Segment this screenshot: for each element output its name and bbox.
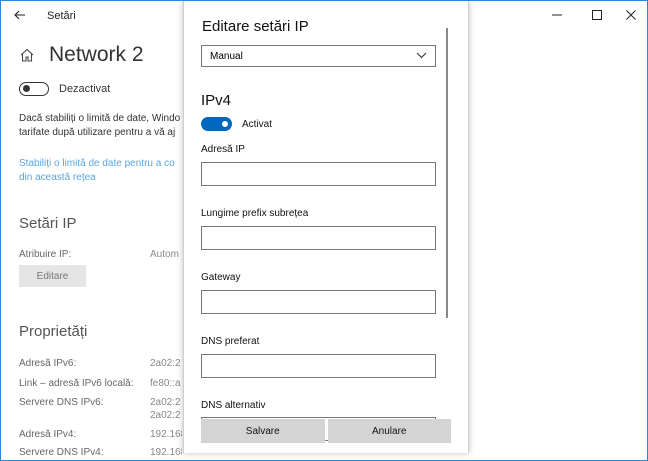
ip-address-input[interactable] (201, 162, 436, 186)
ip-assign-label: Atribuire IP: (19, 249, 72, 260)
ip-mode-value: Manual (210, 51, 243, 62)
prop-value: 192.168 (150, 429, 182, 440)
metered-toggle[interactable] (19, 82, 49, 96)
maximize-button[interactable] (579, 1, 615, 29)
cancel-button[interactable]: Anulare (327, 419, 451, 443)
minimize-button[interactable] (539, 1, 575, 29)
home-icon[interactable] (19, 47, 35, 63)
properties-heading: Proprietăți (19, 323, 88, 340)
close-button[interactable] (613, 1, 647, 29)
window-title: Setări (47, 10, 76, 22)
dns-preferred-label: DNS preferat (201, 336, 260, 347)
prefix-label: Lungime prefix subrețea (201, 208, 309, 219)
prop-value: 2a02:2 (150, 410, 181, 421)
dialog-footer: Salvare Anulare (201, 419, 451, 443)
description-line: tarifate după utilizare pentru a vă aj (19, 127, 176, 138)
prop-value: 2a02:2 (150, 358, 181, 369)
prop-label: Adresă IPv4: (19, 429, 77, 440)
chevron-down-icon (416, 52, 427, 59)
description-line: Dacă stabiliți o limită de date, Windo (19, 113, 181, 124)
edit-ip-dialog: Editare setări IP Manual IPv4 Activat Ad… (183, 1, 469, 453)
gateway-label: Gateway (201, 272, 241, 283)
ipv4-toggle[interactable] (201, 117, 232, 131)
prop-label: Link – adresă IPv6 locală: (19, 378, 134, 389)
prop-value: fe80::a (150, 378, 181, 389)
prop-label: Servere DNS IPv4: (19, 447, 104, 458)
close-icon (626, 10, 636, 20)
edit-ip-button[interactable]: Editare (19, 265, 86, 287)
dns-alternate-label: DNS alternativ (201, 400, 266, 411)
dialog-scrollbar[interactable] (446, 28, 448, 318)
toggle-knob (23, 85, 30, 92)
page-header: Network 2 (19, 43, 144, 67)
page-title: Network 2 (49, 43, 144, 66)
link-line: Stabiliți o limită de date pentru a co (19, 158, 175, 169)
prop-label: Servere DNS IPv6: (19, 397, 104, 408)
maximize-icon (592, 10, 602, 20)
set-data-limit-link[interactable]: Stabiliți o limită de date pentru a co d… (19, 157, 184, 185)
link-line: din această rețea (19, 172, 96, 183)
prefix-input[interactable] (201, 226, 436, 250)
ip-assign-value: Autom (150, 249, 179, 260)
prop-value: 2a02:2 (150, 397, 181, 408)
back-button[interactable] (9, 5, 31, 25)
ip-settings-heading: Setări IP (19, 215, 77, 232)
ip-address-label: Adresă IP (201, 144, 245, 155)
ipv4-toggle-label: Activat (242, 119, 273, 130)
prop-value: 192.168 (150, 447, 182, 458)
back-arrow-icon (14, 10, 25, 20)
dialog-title: Editare setări IP (202, 18, 309, 35)
metered-toggle-label: Dezactivat (59, 83, 111, 95)
data-limit-description: Dacă stabiliți o limită de date, Windo t… (19, 112, 184, 140)
toggle-knob (222, 121, 228, 127)
dns-preferred-input[interactable] (201, 354, 436, 378)
ipv4-heading: IPv4 (201, 92, 232, 109)
minimize-icon (552, 14, 562, 16)
gateway-input[interactable] (201, 290, 436, 314)
save-button[interactable]: Salvare (201, 419, 325, 443)
settings-window: Setări Network 2 Dezactivat Dacă stabili… (0, 0, 648, 461)
prop-label: Adresă IPv6: (19, 358, 77, 369)
ip-mode-select[interactable]: Manual (201, 45, 436, 67)
